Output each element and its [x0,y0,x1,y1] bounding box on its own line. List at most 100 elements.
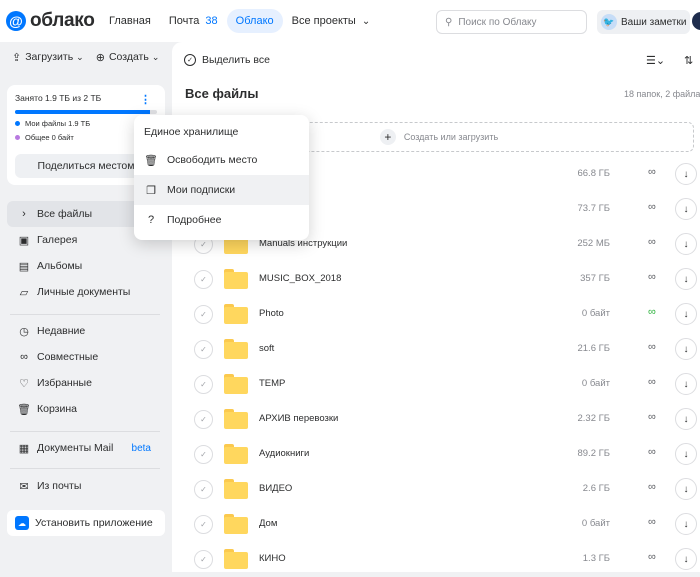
sidebar-item-albums[interactable]: ▤ Альбомы [7,253,165,279]
nav-all-projects[interactable]: Все проекты ⌄ [283,9,380,33]
download-icon[interactable]: ↓ [675,548,697,570]
file-toolbar: ✓ Выделить все [172,42,700,78]
row-checkbox[interactable]: ✓ [194,480,213,499]
share-link-icon[interactable]: ∞ [648,411,656,423]
mail-count-badge: 38 [205,15,218,27]
share-link-icon[interactable]: ∞ [648,376,656,388]
download-icon[interactable]: ↓ [675,233,697,255]
plus-circle-icon: ⊕ [95,51,105,64]
file-name[interactable]: Дом [259,518,277,529]
download-icon[interactable]: ↓ [675,408,697,430]
download-icon[interactable]: ↓ [675,513,697,535]
row-checkbox[interactable]: ✓ [194,340,213,359]
download-icon[interactable]: ↓ [675,478,697,500]
download-icon[interactable]: ↓ [675,268,697,290]
file-name[interactable]: АРХИВ перевозки [259,413,338,424]
table-row[interactable]: ✓ TEMP 0 байт ∞ ↓ [172,367,700,402]
share-link-icon[interactable]: ∞ [648,341,656,353]
install-app-button[interactable]: ☁ Установить приложение [7,510,165,536]
avatar[interactable] [692,12,700,30]
sidebar-divider [10,314,160,315]
sidebar-item-favorites[interactable]: ♡ Избранные [7,370,165,396]
upload-button[interactable]: ⇪ Загрузить ⌄ [12,51,84,64]
table-row[interactable]: ✓ Photo 0 байт ∞ ↓ [172,297,700,332]
folder-icon [224,479,248,499]
file-size: 89.2 ГБ [577,448,610,459]
view-toggle-icon[interactable]: ☰⌄ [646,54,665,67]
folder-icon [224,374,248,394]
search-box[interactable]: ⚲ [436,10,587,34]
table-row[interactable]: ✓ Дом 0 байт ∞ ↓ [172,507,700,542]
storage-menu-icon[interactable]: ⋮ [140,93,151,106]
share-link-icon[interactable]: ∞ [648,516,656,528]
file-name[interactable]: TEMP [259,378,285,389]
share-link-icon[interactable]: ∞ [648,446,656,458]
nav-mail[interactable]: Почта 38 [160,9,227,33]
file-name[interactable]: MUSIC_BOX_2018 [259,273,341,284]
table-row[interactable]: ✓ MUSIC_BOX_2018 357 ГБ ∞ ↓ [172,262,700,297]
row-checkbox[interactable]: ✓ [194,375,213,394]
row-checkbox[interactable]: ✓ [194,305,213,324]
row-checkbox[interactable]: ✓ [194,515,213,534]
popup-item-more-info[interactable]: ? Подробнее [134,205,309,235]
logo[interactable]: @ облако [6,10,100,32]
popup-item-free-space[interactable]: 🗑 Освободить место [134,145,309,175]
share-link-icon[interactable]: ∞ [648,551,656,563]
share-link-icon[interactable]: ∞ [648,236,656,248]
notes-button[interactable]: 🐦 Ваши заметки [597,10,690,34]
file-name[interactable]: Аудиокниги [259,448,309,459]
cloud-icon: ☁ [15,516,29,530]
main-nav: Главная Почта 38 Облако Все проекты ⌄ [100,9,379,33]
sidebar-item-mail-docs[interactable]: ▦ Документы Mail beta [7,435,165,461]
file-name[interactable]: soft [259,343,274,354]
link-icon: ∞ [20,351,28,363]
nav-cloud[interactable]: Облако [226,9,283,33]
table-row[interactable]: ✓ АРХИВ перевозки 2.32 ГБ ∞ ↓ [172,402,700,437]
sort-icon[interactable]: ⇅ [684,54,693,67]
sidebar-item-recent[interactable]: ◷ Недавние [7,318,165,344]
row-checkbox[interactable]: ✓ [194,410,213,429]
sidebar-item-from-mail[interactable]: ✉ Из почты [7,473,165,499]
sidebar-item-personal-docs[interactable]: ▱ Личные документы [7,279,165,305]
search-icon: ⚲ [445,16,453,28]
download-icon[interactable]: ↓ [675,373,697,395]
sidebar-divider [10,468,160,469]
sidebar-nav-group-4: ✉ Из почты [7,473,165,499]
trash-icon: 🗑 [17,403,31,416]
share-link-icon[interactable]: ∞ [648,271,656,283]
download-icon[interactable]: ↓ [675,443,697,465]
row-checkbox[interactable]: ✓ [194,270,213,289]
logo-text: облако [30,10,95,31]
file-name[interactable]: КИНО [259,553,286,564]
file-name[interactable]: Photo [259,308,284,319]
file-name[interactable]: ВИДЕО [259,483,292,494]
share-link-icon[interactable]: ∞ [648,166,656,178]
storage-popup-menu: Единое хранилище 🗑 Освободить место ❐ Мои … [134,115,309,240]
folder-icon [224,549,248,569]
create-button[interactable]: ⊕ Создать ⌄ [96,51,160,64]
storage-used-text: Занято 1.9 ТБ из 2 ТБ [15,93,102,103]
beta-badge: beta [131,442,151,454]
share-link-icon[interactable]: ∞ [648,201,656,213]
download-icon[interactable]: ↓ [675,198,697,220]
search-input[interactable] [458,16,569,28]
select-all-button[interactable]: ✓ Выделить все [184,54,270,66]
table-row[interactable]: ✓ soft 21.6 ГБ ∞ ↓ [172,332,700,367]
folder-icon [224,514,248,534]
row-checkbox[interactable]: ✓ [194,445,213,464]
download-icon[interactable]: ↓ [675,303,697,325]
table-row[interactable]: ✓ Аудиокниги 89.2 ГБ ∞ ↓ [172,437,700,472]
table-row[interactable]: ✓ ВИДЕО 2.6 ГБ ∞ ↓ [172,472,700,507]
download-icon[interactable]: ↓ [675,338,697,360]
plus-icon: + [379,129,396,145]
share-link-icon[interactable]: ∞ [648,306,656,318]
popup-item-subscriptions[interactable]: ❐ Мои подписки [134,175,309,205]
sidebar-item-shared[interactable]: ∞ Совместные [7,344,165,370]
share-link-icon[interactable]: ∞ [648,481,656,493]
row-checkbox[interactable]: ✓ [194,550,213,569]
nav-home[interactable]: Главная [100,9,160,33]
folder-icon [224,409,248,429]
sidebar-item-trash[interactable]: 🗑 Корзина [7,396,165,422]
folder-icon [224,304,248,324]
download-icon[interactable]: ↓ [675,163,697,185]
